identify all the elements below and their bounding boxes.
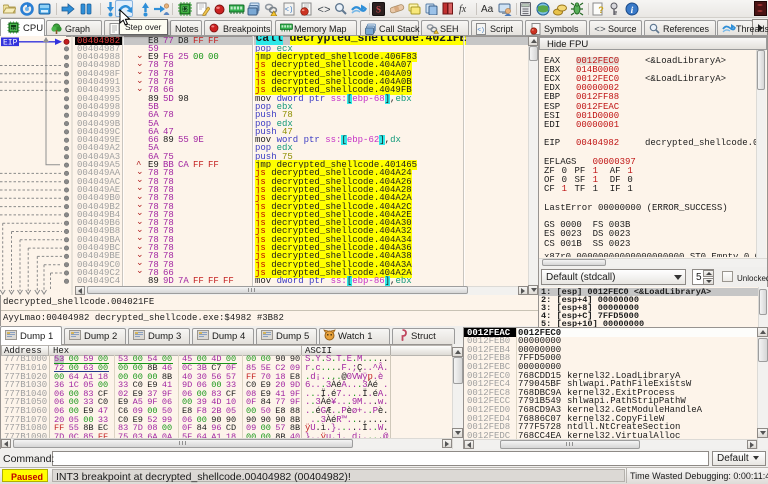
svg-text:EIP: EIP (3, 39, 18, 48)
svg-text:<): <) (477, 27, 484, 34)
svg-text:Aa: Aa (481, 4, 494, 15)
svg-text:12: 12 (182, 7, 188, 13)
svg-text:32: 32 (11, 26, 17, 31)
svg-text:S: S (376, 5, 381, 15)
svg-text:fx: fx (459, 4, 467, 15)
svg-text:<): <) (285, 7, 293, 15)
svg-text:i: i (631, 6, 634, 16)
svg-text:<>: <> (317, 5, 330, 15)
svg-text:<>: <> (594, 24, 606, 34)
svg-text:?: ? (598, 5, 604, 15)
